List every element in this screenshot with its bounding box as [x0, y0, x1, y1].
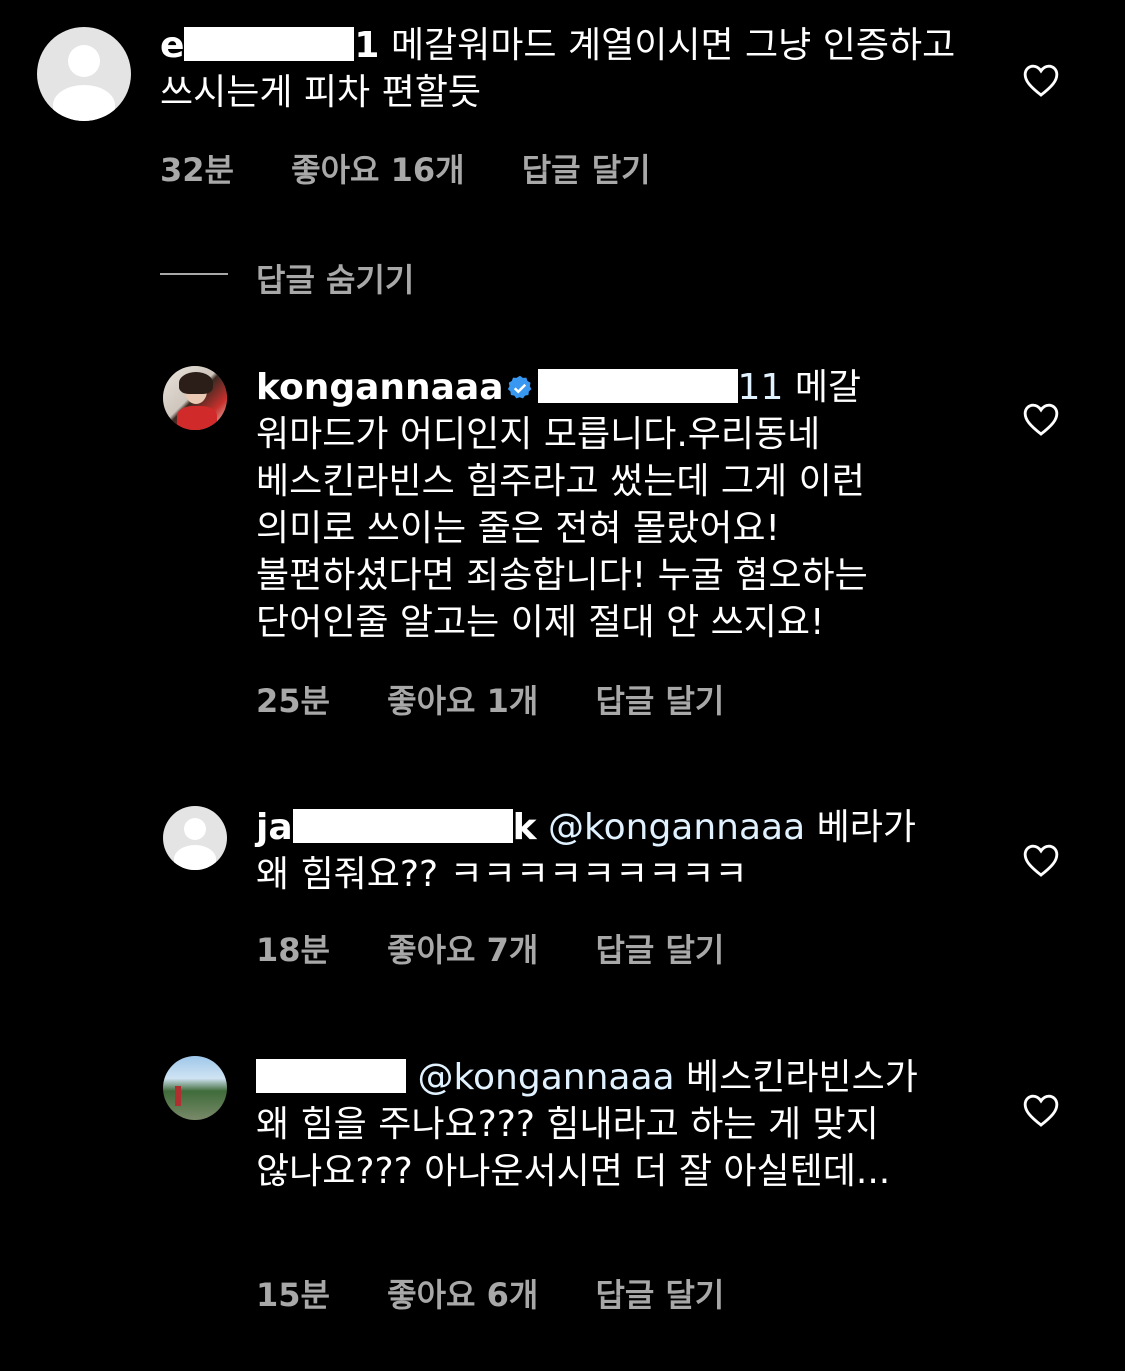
likes-count[interactable]: 좋아요 16개 — [291, 151, 464, 189]
timestamp: 25분 — [256, 682, 330, 720]
hide-replies-label: 답글 숨기기 — [256, 261, 415, 299]
heart-outline-icon[interactable] — [1022, 842, 1060, 878]
username[interactable]: e1 — [160, 25, 379, 66]
likes-count[interactable]: 좋아요 6개 — [387, 1276, 538, 1314]
timestamp: 18분 — [256, 931, 330, 969]
mention-suffix: 11 — [737, 367, 784, 408]
reply-button[interactable]: 답글 달기 — [595, 682, 724, 720]
comment-meta: 25분 좋아요 1개 답글 달기 — [256, 676, 770, 722]
verified-badge-icon — [507, 375, 531, 399]
avatar-body — [53, 85, 115, 121]
reply-button[interactable]: 답글 달기 — [595, 1276, 724, 1314]
avatar[interactable] — [163, 1056, 227, 1120]
comment-text: @kongannaaa 베스킨라빈스가 왜 힘을 주나요??? 힘내라고 하는 … — [256, 1054, 956, 1195]
comment-1: e1 메갈워마드 계열이시면 그냥 인증하고 쓰시는게 피차 편할듯 32분 좋… — [0, 0, 1125, 200]
reply-button[interactable]: 답글 달기 — [522, 151, 651, 189]
heart-outline-icon[interactable] — [1022, 62, 1060, 98]
reply-button[interactable]: 답글 달기 — [595, 931, 724, 969]
redacted-username — [184, 27, 355, 61]
avatar-person — [175, 1086, 181, 1106]
comment-meta: 15분 좋아요 6개 답글 달기 — [256, 1270, 770, 1316]
avatar-head — [184, 818, 206, 840]
likes-count[interactable]: 좋아요 7개 — [387, 931, 538, 969]
divider — [160, 273, 228, 275]
timestamp: 32분 — [160, 151, 234, 189]
likes-count[interactable]: 좋아요 1개 — [387, 682, 538, 720]
heart-outline-icon[interactable] — [1022, 401, 1060, 437]
comment-4: @kongannaaa 베스킨라빈스가 왜 힘을 주나요??? 힘내라고 하는 … — [0, 1050, 1125, 1350]
comment-meta: 18분 좋아요 7개 답글 달기 — [256, 925, 770, 971]
redacted-mention — [537, 369, 738, 403]
comment-meta: 32분 좋아요 16개 답글 달기 — [160, 145, 697, 191]
timestamp: 15분 — [256, 1276, 330, 1314]
avatar[interactable] — [163, 806, 227, 870]
avatar[interactable] — [37, 27, 131, 121]
avatar-shirt — [177, 406, 217, 430]
redacted-username — [292, 809, 513, 843]
mention-link[interactable]: @kongannaaa — [548, 807, 805, 848]
username[interactable]: kongannaaa — [256, 367, 504, 408]
comment-2: kongannaaa 11 메갈 워마드가 어디인지 모릅니다.우리동네 베스킨… — [0, 360, 1125, 720]
mention-link[interactable]: @kongannaaa — [417, 1057, 674, 1098]
comment-3: ja k @kongannaaa 베라가 왜 힘줘요?? ㅋㅋㅋㅋㅋㅋㅋㅋㅋ 18… — [0, 800, 1125, 980]
comment-text: e1 메갈워마드 계열이시면 그냥 인증하고 쓰시는게 피차 편할듯 — [160, 22, 960, 116]
comment-text: kongannaaa 11 메갈 워마드가 어디인지 모릅니다.우리동네 베스킨… — [256, 364, 956, 646]
avatar-head — [68, 45, 100, 77]
comment-body: 메갈 워마드가 어디인지 모릅니다.우리동네 베스킨라빈스 힘주라고 썼는데 그… — [256, 367, 868, 643]
redacted-username[interactable] — [256, 1059, 406, 1093]
comment-text: ja k @kongannaaa 베라가 왜 힘줘요?? ㅋㅋㅋㅋㅋㅋㅋㅋㅋ — [256, 804, 956, 898]
avatar-hair — [179, 372, 213, 394]
heart-outline-icon[interactable] — [1022, 1092, 1060, 1128]
username[interactable]: ja k — [256, 807, 537, 848]
avatar[interactable] — [163, 366, 227, 430]
avatar-body — [174, 845, 216, 870]
